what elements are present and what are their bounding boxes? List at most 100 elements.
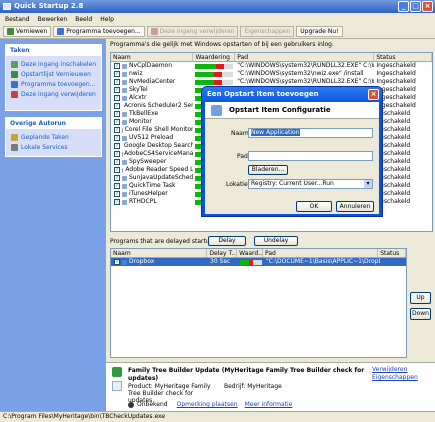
- row-checkbox[interactable]: ✓: [114, 71, 120, 77]
- tasks-panel-title: Taken: [6, 45, 101, 56]
- col-path[interactable]: Pad: [235, 53, 375, 61]
- local-services-link[interactable]: Lokale Services: [6, 142, 101, 152]
- row-name: NvMediaCenter: [129, 78, 176, 85]
- row-checkbox[interactable]: ✓: [114, 87, 120, 93]
- refresh-button[interactable]: Verniewen: [3, 26, 52, 37]
- row-checkbox[interactable]: ✓: [114, 103, 120, 109]
- cancel-button[interactable]: Annuleren: [336, 201, 374, 212]
- row-checkbox[interactable]: ✓: [114, 63, 120, 69]
- row-checkbox[interactable]: ✓: [114, 199, 120, 205]
- ok-button[interactable]: OK: [296, 201, 332, 212]
- row-checkbox[interactable]: ✓: [114, 183, 120, 189]
- row-checkbox[interactable]: ✓: [114, 151, 120, 157]
- col-name[interactable]: Naam: [111, 53, 194, 61]
- row-checkbox[interactable]: ✓: [114, 119, 120, 125]
- status-bar: C:\Program Files\MyHeritage\bin\TBCheckU…: [0, 411, 435, 422]
- dcol-name[interactable]: Naam: [111, 249, 208, 257]
- config-icon: [211, 105, 222, 116]
- add-comment-link[interactable]: Opmerking plaatsen: [177, 401, 238, 408]
- refresh-icon: [11, 70, 18, 78]
- col-status[interactable]: Status: [374, 53, 432, 61]
- task-enable-entry[interactable]: Deze ingang inschakelen: [6, 59, 101, 69]
- task-add-program[interactable]: Programma toevoegen...: [6, 79, 101, 89]
- add-program-button[interactable]: Programma toevoegen...: [53, 26, 145, 37]
- program-icon: [122, 71, 127, 77]
- row-status: Ingeschakeld: [376, 70, 416, 77]
- program-icon: [122, 119, 127, 125]
- program-company: Bedrijf: MyHeritage: [224, 383, 282, 390]
- up-button[interactable]: Up: [410, 292, 431, 304]
- rating-bad: [216, 63, 224, 69]
- toolbar: Verniewen Programma toevoegen... Deze in…: [0, 25, 435, 39]
- undelay-button[interactable]: Undelay: [254, 236, 298, 246]
- menu-bestand[interactable]: Bestand: [5, 16, 30, 23]
- details-panel: Family Tree Builder Update (MyHeritage F…: [106, 362, 435, 411]
- tasks-panel: Taken Deze ingang inschakelen Opstartlij…: [5, 44, 102, 111]
- down-button[interactable]: Down: [410, 308, 431, 320]
- program-icon: [122, 127, 123, 133]
- minimize-button[interactable]: _: [398, 1, 409, 12]
- task-refresh-list[interactable]: Opstartlijst Vernieuwen: [6, 69, 101, 79]
- row-name: NvCplDaemon: [129, 62, 173, 69]
- dcol-path[interactable]: Pad: [263, 249, 379, 257]
- location-label: Lokatie: [226, 181, 248, 188]
- row-checkbox[interactable]: ✓: [114, 127, 120, 133]
- properties-link[interactable]: Eigenschappen: [372, 374, 418, 381]
- table-row[interactable]: ✓ NvCplDaemon "C:\WINDOWS\system32\RUNDLL3…: [111, 62, 432, 70]
- row-checkbox[interactable]: ✓: [114, 167, 120, 173]
- path-field[interactable]: [248, 151, 373, 161]
- row-checkbox[interactable]: ✓: [114, 143, 120, 149]
- row-checkbox[interactable]: ✓: [114, 159, 120, 165]
- row-checkbox[interactable]: ✓: [114, 175, 120, 181]
- dcol-status[interactable]: Status: [378, 249, 406, 257]
- row-checkbox[interactable]: ✓: [114, 79, 120, 85]
- dialog-header: Opstart Item Configuratie: [205, 102, 379, 119]
- upgrade-button[interactable]: Upgrade Nu!: [296, 26, 343, 37]
- other-autorun-title: Overige Autorun: [6, 118, 101, 129]
- row-name: Google Desktop Search: [124, 142, 194, 149]
- program-icon: [122, 159, 127, 165]
- row-checkbox[interactable]: ✓: [114, 259, 120, 265]
- menu-beeld[interactable]: Beeld: [75, 16, 92, 23]
- properties-button[interactable]: Eigenschappen: [240, 26, 295, 37]
- dialog-close-button[interactable]: ×: [368, 89, 379, 100]
- menu-bewerken[interactable]: Bewerken: [38, 16, 68, 23]
- location-select[interactable]: Registry: Current User...Run ▾: [248, 179, 373, 189]
- remove-link[interactable]: Verwijderen: [372, 366, 407, 373]
- table-row[interactable]: ✓ NvMediaCenter "C:\WINDOWS\system32\RUNDL…: [111, 78, 432, 86]
- rating-bad: [214, 79, 222, 85]
- maximize-button[interactable]: □: [410, 1, 421, 12]
- row-checkbox[interactable]: ✓: [114, 95, 120, 101]
- delay-button[interactable]: Delay: [208, 236, 246, 246]
- program-icon: [122, 167, 124, 173]
- program-icon: [122, 87, 127, 93]
- remove-entry-button[interactable]: Deze ingang verwijderen: [146, 26, 239, 37]
- row-checkbox[interactable]: ✓: [114, 111, 120, 117]
- browse-button[interactable]: Bladeren...: [248, 165, 288, 175]
- program-icon: [112, 367, 122, 377]
- menu-help[interactable]: Help: [100, 16, 114, 23]
- scheduled-tasks-link[interactable]: Geplande Taken: [6, 132, 101, 142]
- table-row[interactable]: ✓ nwiz "C:\WINDOWS\system32\nwiz.exe" /ins…: [111, 70, 432, 78]
- row-name: SpySweeper: [129, 158, 167, 165]
- row-checkbox[interactable]: ✓: [114, 135, 120, 141]
- row-name: Corel File Shell Monitor: [124, 126, 194, 133]
- row-name: TkBellExe: [129, 110, 159, 117]
- col-rating[interactable]: Waardering: [193, 53, 236, 61]
- rating-bar: [240, 259, 262, 265]
- task-remove-entry[interactable]: Deze ingang verwijderen: [6, 89, 101, 99]
- more-info-link[interactable]: Meer informatie: [245, 401, 293, 408]
- rating-good: [195, 79, 215, 85]
- row-path: "C:\WINDOWS\system32\nwiz.exe" /install: [237, 70, 364, 77]
- dcol-delay[interactable]: Delay T...: [207, 249, 238, 257]
- row-checkbox[interactable]: ✓: [114, 191, 120, 197]
- delayed-list[interactable]: Naam Delay T... Waard... Pad Status ✓ Dro…: [110, 248, 407, 358]
- name-label: Naam: [231, 130, 249, 137]
- program-icon: [122, 95, 127, 101]
- name-field[interactable]: New Application: [248, 128, 373, 138]
- dcol-rating[interactable]: Waard...: [237, 249, 263, 257]
- row-status: Ingeschakeld: [376, 62, 416, 69]
- close-button[interactable]: ×: [422, 1, 433, 12]
- dialog-heading: Opstart Item Configuratie: [229, 106, 331, 114]
- delayed-row[interactable]: ✓ Dropbox 30 Sec "C:\DOCUME~1\Basis\APPLI…: [111, 258, 406, 266]
